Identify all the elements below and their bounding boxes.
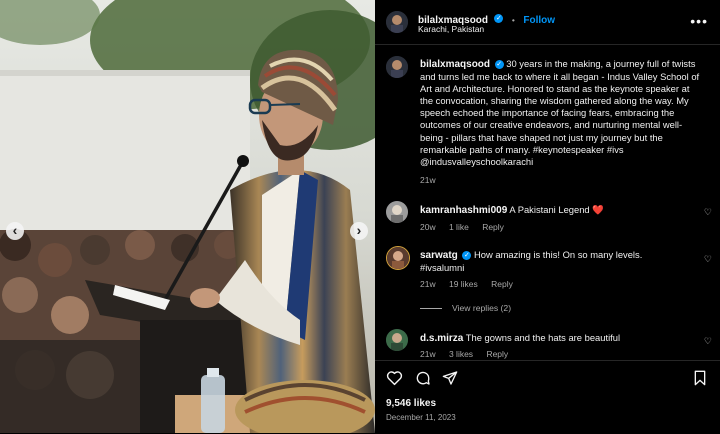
next-photo-button[interactable]: › <box>350 222 368 240</box>
verified-badge-icon: ✓ <box>462 251 472 261</box>
post-side-panel: bilalxmaqsood ✓ • Follow Karachi, Pakist… <box>375 0 720 433</box>
bookmark-icon <box>694 370 706 386</box>
chevron-right-icon: › <box>356 222 362 238</box>
save-button[interactable] <box>693 370 707 391</box>
caption-avatar[interactable] <box>386 56 408 78</box>
comment-text: A Pakistani Legend <box>509 204 590 215</box>
caption-body: 30 years in the making, a journey full o… <box>420 58 700 167</box>
view-replies-button[interactable]: View replies (2) <box>420 303 511 313</box>
reply-button[interactable]: Reply <box>491 279 513 289</box>
comment-like-button[interactable]: ♡ <box>704 254 712 265</box>
heart-icon: ♡ <box>703 336 712 346</box>
comment-text-line: d.s.mirza The gowns and the hats are bea… <box>420 332 680 345</box>
comment-text: The gowns and the hats are beautiful <box>465 332 621 343</box>
author-avatar[interactable] <box>386 11 408 33</box>
comment-likes[interactable]: 19 likes <box>449 279 478 289</box>
comment-username[interactable]: sarwatg <box>420 250 458 261</box>
comment-avatar[interactable] <box>386 201 408 223</box>
comment-icon <box>416 371 430 385</box>
heart-icon: ♡ <box>703 207 712 217</box>
post-header: bilalxmaqsood ✓ • Follow Karachi, Pakist… <box>375 0 720 45</box>
comment-text-line: sarwatg ✓ How amazing is this! On so man… <box>420 249 680 274</box>
comment-avatar[interactable] <box>386 329 408 351</box>
comment-meta: 20w 1 like Reply <box>420 222 515 232</box>
likes-count[interactable]: 9,546 likes <box>386 398 436 409</box>
comment-text-line: kamranhashmi009 A Pakistani Legend ❤️ <box>420 204 680 217</box>
like-button[interactable] <box>386 370 403 391</box>
post-photo[interactable]: ‹ › <box>0 0 375 433</box>
post-photo-image <box>0 0 375 433</box>
heart-icon: ♡ <box>703 254 712 264</box>
prev-photo-button[interactable]: ‹ <box>6 222 24 240</box>
more-icon: ••• <box>690 13 708 29</box>
heart-icon <box>386 371 403 386</box>
heart-emoji: ❤️ <box>592 204 604 215</box>
comment-like-button[interactable]: ♡ <box>704 207 712 218</box>
comment-username[interactable]: kamranhashmi009 <box>420 205 507 216</box>
comment-time: 21w <box>420 349 436 359</box>
caption-time: 21w <box>420 174 436 185</box>
caption-username[interactable]: bilalxmaqsood <box>420 59 490 70</box>
more-options-button[interactable]: ••• <box>690 13 708 29</box>
separator-dot: • <box>511 15 515 25</box>
comment-meta: 21w 3 likes Reply <box>420 349 519 359</box>
verified-badge-icon: ✓ <box>494 60 504 70</box>
post-location[interactable]: Karachi, Pakistan <box>418 24 484 34</box>
post-actions-bar: 9,546 likes December 11, 2023 <box>375 360 720 434</box>
reply-button[interactable]: Reply <box>486 349 508 359</box>
verified-badge-icon: ✓ <box>494 14 504 24</box>
comment-time: 21w <box>420 279 436 289</box>
reply-button[interactable]: Reply <box>482 222 504 232</box>
comment-username[interactable]: d.s.mirza <box>420 333 463 344</box>
share-button[interactable] <box>442 370 458 391</box>
comment-time: 20w <box>420 222 436 232</box>
comment-meta: 21w 19 likes Reply <box>420 279 524 289</box>
post-caption: bilalxmaqsood ✓ 30 years in the making, … <box>420 58 704 186</box>
comment-button[interactable] <box>415 370 431 391</box>
comment-likes[interactable]: 1 like <box>449 222 469 232</box>
follow-button[interactable]: Follow <box>523 15 555 26</box>
comment-likes[interactable]: 3 likes <box>449 349 473 359</box>
chevron-left-icon: ‹ <box>12 222 18 238</box>
share-icon <box>442 371 458 385</box>
comment-avatar[interactable] <box>386 246 410 270</box>
comment-like-button[interactable]: ♡ <box>704 336 712 347</box>
post-date: December 11, 2023 <box>386 413 456 422</box>
